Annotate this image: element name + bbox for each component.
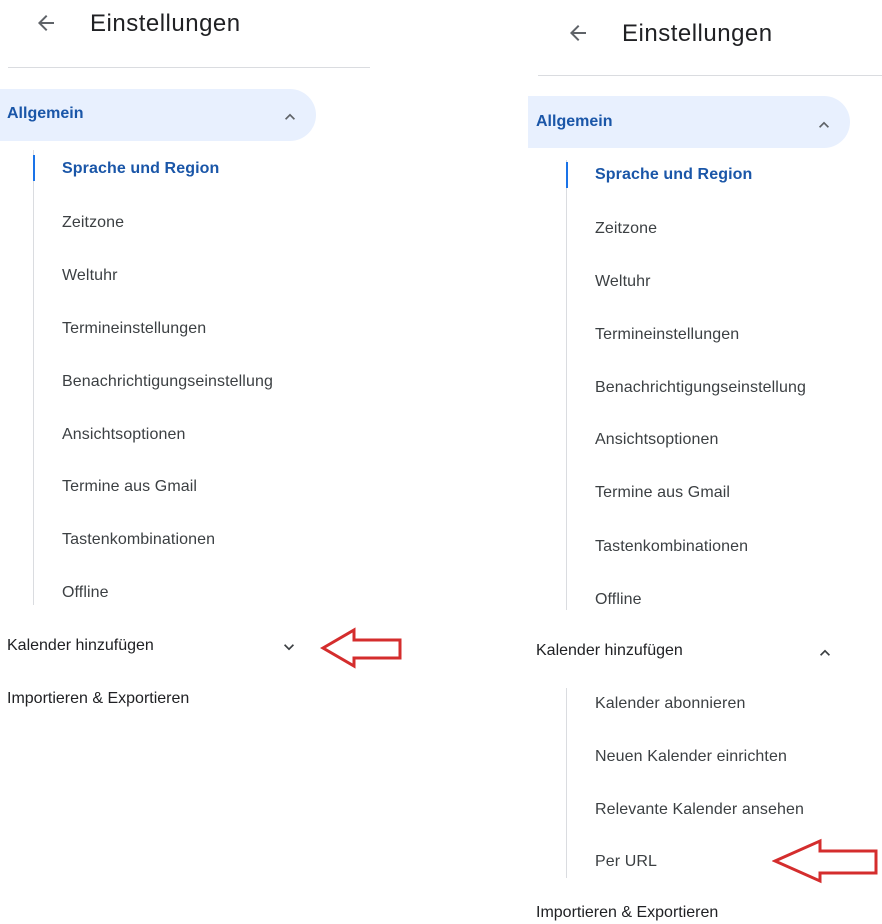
chevron-up-icon[interactable]	[814, 115, 834, 135]
arrow-left-icon[interactable]	[566, 21, 590, 45]
nav-item-offline[interactable]: Offline	[595, 591, 642, 609]
nav-item-from-url[interactable]: Per URL	[595, 853, 657, 871]
nav-item-language-region[interactable]: Sprache und Region	[62, 160, 219, 178]
nav-item-notification-settings[interactable]: Benachrichtigungseinstellung	[62, 373, 316, 391]
section-add-calendar[interactable]: Kalender hinzufügen	[536, 642, 683, 660]
nav-item-world-clock[interactable]: Weltuhr	[62, 267, 118, 285]
settings-header: Einstellungen	[528, 0, 882, 60]
nav-item-keyboard-shortcuts[interactable]: Tastenkombinationen	[62, 531, 215, 549]
arrow-left-icon[interactable]	[34, 11, 58, 35]
section-general-label: Allgemein	[536, 113, 613, 130]
settings-nav-collapsed: Einstellungen Allgemein Sprache und Regi…	[0, 0, 420, 924]
red-arrow-annotation-icon	[772, 838, 878, 884]
page-title: Einstellungen	[90, 10, 241, 37]
chevron-up-icon[interactable]	[280, 107, 300, 127]
nav-item-view-options[interactable]: Ansichtsoptionen	[62, 426, 185, 444]
nav-item-subscribe-calendar[interactable]: Kalender abonnieren	[595, 695, 745, 713]
section-import-export[interactable]: Importieren & Exportieren	[7, 690, 189, 708]
tree-line	[566, 688, 567, 878]
chevron-up-icon[interactable]	[815, 643, 835, 663]
nav-item-view-options[interactable]: Ansichtsoptionen	[595, 431, 718, 449]
nav-item-create-calendar[interactable]: Neuen Kalender einrichten	[595, 748, 787, 766]
section-import-export[interactable]: Importieren & Exportieren	[536, 904, 718, 922]
section-general-label: Allgemein	[7, 105, 84, 122]
nav-item-language-region[interactable]: Sprache und Region	[595, 166, 752, 184]
nav-item-offline[interactable]: Offline	[62, 584, 109, 602]
header-divider	[8, 67, 370, 68]
nav-item-notification-settings[interactable]: Benachrichtigungseinstellung	[595, 379, 849, 397]
settings-header: Einstellungen	[0, 0, 420, 60]
tree-line	[566, 160, 567, 610]
settings-nav-expanded: Einstellungen Allgemein Sprache und Regi…	[528, 0, 882, 924]
nav-item-browse-calendars[interactable]: Relevante Kalender ansehen	[595, 801, 804, 819]
chevron-down-icon[interactable]	[279, 637, 299, 657]
header-divider	[538, 75, 882, 76]
nav-item-world-clock[interactable]: Weltuhr	[595, 273, 651, 291]
nav-item-event-settings[interactable]: Termineinstellungen	[595, 326, 739, 344]
section-add-calendar[interactable]: Kalender hinzufügen	[7, 637, 154, 655]
nav-item-time-zone[interactable]: Zeitzone	[595, 220, 657, 238]
section-general[interactable]: Allgemein	[528, 96, 850, 148]
red-arrow-annotation-icon	[320, 627, 402, 669]
nav-item-time-zone[interactable]: Zeitzone	[62, 214, 124, 232]
page-title: Einstellungen	[622, 20, 773, 47]
nav-item-events-from-gmail[interactable]: Termine aus Gmail	[62, 478, 197, 496]
section-general[interactable]: Allgemein	[0, 89, 316, 141]
nav-item-events-from-gmail[interactable]: Termine aus Gmail	[595, 484, 730, 502]
active-indicator	[566, 162, 568, 188]
nav-item-keyboard-shortcuts[interactable]: Tastenkombinationen	[595, 538, 748, 556]
nav-item-event-settings[interactable]: Termineinstellungen	[62, 320, 206, 338]
active-indicator	[33, 155, 35, 181]
tree-line	[33, 150, 34, 605]
